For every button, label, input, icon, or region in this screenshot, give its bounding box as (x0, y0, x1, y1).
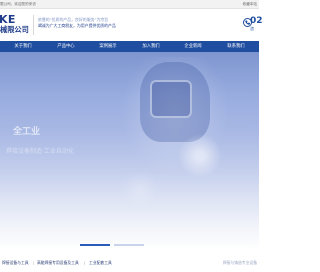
banner-caption-main: 全工业 (13, 127, 41, 137)
nav-item-about[interactable]: 关于我们 (3, 41, 43, 52)
main-nav: 关于我们 产品中心 案例展示 加入我们 企业新闻 联系我们 (0, 41, 259, 52)
top-info-bar: 限公司，欢迎您的来访 收藏本站 (0, 0, 259, 9)
category-more-link[interactable]: 焊接与铸造专业设备 (223, 260, 257, 266)
category-link-welding-tools[interactable]: 焊接设备与工具 (2, 260, 29, 266)
header-divider (33, 15, 34, 35)
hotline-caption: 咨 (250, 26, 254, 31)
add-favorite-link[interactable]: 收藏本站 (243, 0, 257, 8)
hotline: 02 咨 (243, 16, 273, 36)
link-separator: | (33, 260, 35, 265)
category-link-industrial-tools[interactable]: 工业配套工具 (89, 260, 112, 266)
banner-pagination-dot[interactable] (114, 244, 144, 246)
nav-item-join[interactable]: 加入我们 (131, 41, 171, 52)
site-header: KE 械限公司 依靠的“优质的产品，良好的服务”为宗旨 竭诚为广大工商朋友，为用… (0, 9, 263, 41)
logo-company-name: 械限公司 (0, 25, 29, 34)
nav-item-news[interactable]: 企业新闻 (173, 41, 213, 52)
nav-item-contact[interactable]: 联系我们 (216, 41, 256, 52)
banner-pagination-dot-active[interactable] (80, 244, 110, 246)
link-separator: | (84, 260, 86, 265)
company-logo[interactable]: KE 械限公司 (0, 13, 30, 39)
category-link-special-equipment[interactable]: 高能焊接专用设备及工具 (37, 260, 79, 266)
nav-item-cases[interactable]: 案例展示 (88, 41, 128, 52)
nav-item-products[interactable]: 产品中心 (46, 41, 86, 52)
welding-sparks-image (60, 112, 259, 222)
product-category-links: 焊接设备与工具 | 高能焊接专用设备及工具 | 工业配套工具 焊接与铸造专业设备 (0, 258, 259, 268)
welcome-text: 限公司，欢迎您的来访 (0, 2, 36, 6)
header-slogan: 依靠的“优质的产品，良好的服务”为宗旨 竭诚为广大工商朋友，为用户提供优质的产品 (38, 17, 116, 29)
slogan-line-2: 竭诚为广大工商朋友，为用户提供优质的产品 (38, 23, 116, 28)
hotline-number: 02 (250, 16, 263, 26)
hero-banner[interactable]: 全工业 焊接设备制造·工业自动化 (0, 52, 259, 250)
banner-caption-sub: 焊接设备制造·工业自动化 (6, 148, 74, 155)
